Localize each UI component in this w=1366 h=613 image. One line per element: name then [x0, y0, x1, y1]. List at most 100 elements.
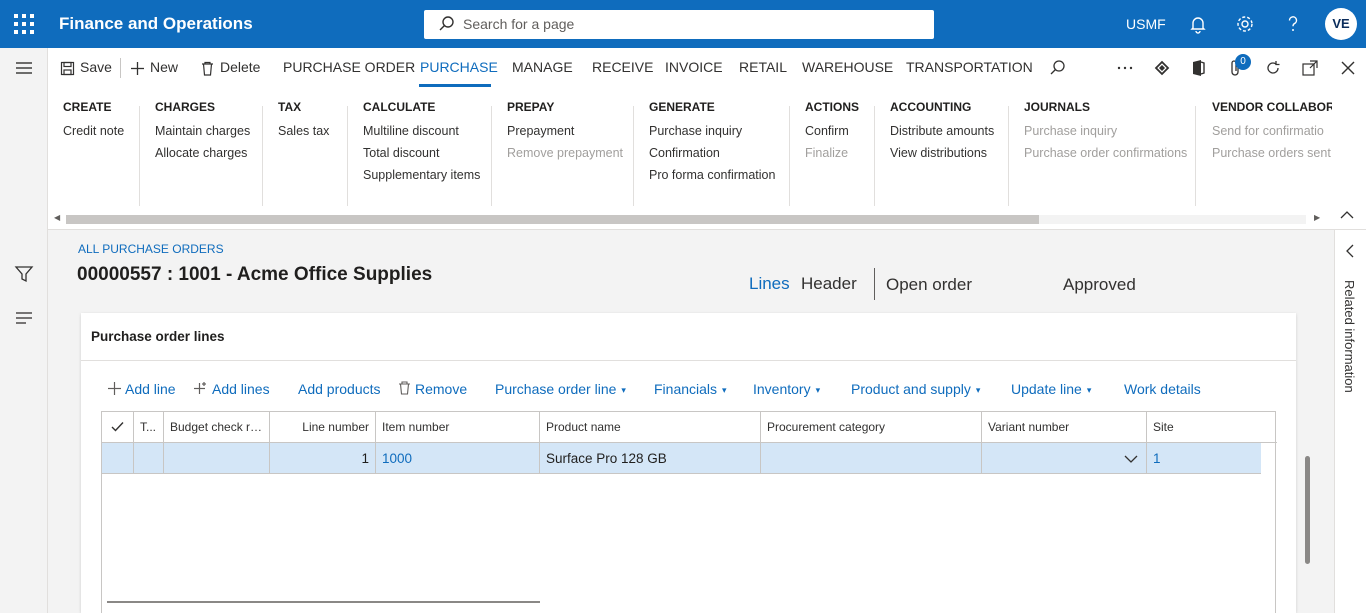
multiline-discount-button[interactable]: Multiline discount [363, 124, 480, 146]
cell-product-name[interactable]: Surface Pro 128 GB [540, 443, 761, 474]
chevron-left-icon[interactable] [1344, 244, 1358, 258]
cell-site[interactable]: 1 [1147, 443, 1261, 474]
product-and-supply-menu[interactable]: Product and supply ▾ [851, 381, 980, 397]
breadcrumb[interactable]: ALL PURCHASE ORDERS [78, 242, 224, 256]
app-launcher-icon[interactable] [14, 14, 34, 34]
confirm-button[interactable]: Confirm [805, 124, 859, 146]
sales-tax-button[interactable]: Sales tax [278, 124, 329, 146]
related-information-panel[interactable]: Related information [1334, 230, 1366, 613]
list-icon[interactable] [14, 308, 34, 328]
chevron-down-icon: ▾ [975, 384, 981, 395]
refresh-icon[interactable] [1263, 58, 1283, 78]
add-line-button[interactable]: Add line [108, 381, 176, 397]
collapse-chevron-up-icon[interactable] [1339, 208, 1355, 222]
related-information-label: Related information [1342, 280, 1357, 393]
work-details-button[interactable]: Work details [1124, 381, 1201, 397]
group-generate: GENERATE Purchase inquiry Confirmation P… [649, 100, 775, 190]
column-header-site[interactable]: Site [1147, 412, 1261, 443]
confirmation-button[interactable]: Confirmation [649, 146, 775, 168]
scroll-left-icon[interactable]: ◀ [54, 213, 60, 222]
pro-forma-confirmation-button[interactable]: Pro forma confirmation [649, 168, 775, 190]
save-button[interactable]: Save [60, 59, 112, 76]
tab-invoice[interactable]: INVOICE [665, 59, 723, 75]
filter-icon[interactable] [14, 264, 34, 284]
divider [120, 58, 121, 78]
checkmark-icon [111, 422, 124, 432]
tab-retail[interactable]: RETAIL [739, 59, 787, 75]
new-button[interactable]: New [130, 59, 178, 76]
prepayment-button[interactable]: Prepayment [507, 124, 623, 146]
purchase-order-line-menu[interactable]: Purchase order line ▾ [495, 381, 626, 397]
credit-note-button[interactable]: Credit note [63, 124, 124, 146]
menu-label: Update line [1011, 381, 1082, 397]
total-discount-button[interactable]: Total discount [363, 146, 480, 168]
column-header-type[interactable]: T... [134, 412, 164, 443]
divider [262, 106, 263, 206]
cell-variant-number[interactable] [982, 443, 1147, 474]
table-row[interactable]: 1 1000 Surface Pro 128 GB 1 [102, 443, 1261, 474]
update-line-menu[interactable]: Update line ▾ [1011, 381, 1091, 397]
gear-icon[interactable] [1234, 13, 1256, 35]
column-header-line-number[interactable]: Line number [270, 412, 376, 443]
row-select-checkbox[interactable] [102, 443, 134, 474]
add-lines-button[interactable]: Add lines [194, 381, 270, 397]
hamburger-menu-icon[interactable] [14, 58, 34, 78]
distribute-amounts-button[interactable]: Distribute amounts [890, 124, 994, 146]
vertical-scrollbar[interactable] [1305, 456, 1310, 564]
close-icon[interactable] [1338, 58, 1358, 78]
office-icon[interactable] [1188, 58, 1208, 78]
search-box[interactable]: Search for a page [424, 10, 934, 39]
group-title: JOURNALS [1024, 100, 1091, 114]
allocate-charges-button[interactable]: Allocate charges [155, 146, 250, 168]
cell-item-number[interactable]: 1000 [376, 443, 540, 474]
delete-button[interactable]: Delete [200, 59, 260, 76]
open-new-window-icon[interactable] [1300, 58, 1320, 78]
menu-label: Financials [654, 381, 718, 397]
tab-receive[interactable]: RECEIVE [592, 59, 653, 75]
column-header-item-number[interactable]: Item number [376, 412, 540, 443]
page-title: 00000557 : 1001 - Acme Office Supplies [77, 264, 433, 285]
save-label: Save [80, 59, 112, 75]
view-distributions-button[interactable]: View distributions [890, 146, 994, 168]
maintain-charges-button[interactable]: Maintain charges [155, 124, 250, 146]
chevron-down-icon[interactable] [1124, 454, 1138, 464]
tab-transportation[interactable]: TRANSPORTATION [906, 59, 1033, 75]
group-calculate: CALCULATE Multiline discount Total disco… [363, 100, 480, 190]
tab-manage[interactable]: MANAGE [512, 59, 573, 75]
cell-procurement-category[interactable] [761, 443, 982, 474]
view-lines-link[interactable]: Lines [749, 274, 790, 294]
column-header-procurement-category[interactable]: Procurement category [761, 412, 982, 443]
app-title[interactable]: Finance and Operations [59, 14, 253, 34]
inventory-menu[interactable]: Inventory ▾ [753, 381, 820, 397]
financials-menu[interactable]: Financials ▾ [654, 381, 727, 397]
column-header-product-name[interactable]: Product name [540, 412, 761, 443]
column-header-budget-check[interactable]: Budget check re... [164, 412, 270, 443]
send-for-confirmation-button: Send for confirmatio [1212, 124, 1324, 138]
grid-horizontal-scrollbar[interactable] [107, 601, 540, 603]
remove-button[interactable]: Remove [398, 381, 467, 397]
group-journals: JOURNALS Purchase inquiry Purchase order… [1024, 100, 1187, 168]
tab-purchase-order[interactable]: PURCHASE ORDER [283, 59, 415, 75]
help-icon[interactable] [1282, 13, 1304, 35]
company-picker[interactable]: USMF [1126, 16, 1166, 32]
card-title[interactable]: Purchase order lines [91, 329, 225, 344]
column-header-variant-number[interactable]: Variant number [982, 412, 1147, 443]
search-icon[interactable] [1048, 58, 1068, 78]
purchase-order-lines-card: Purchase order lines Add line Add lines … [81, 313, 1296, 613]
view-header-link[interactable]: Header [801, 274, 857, 294]
scroll-thumb[interactable] [66, 215, 1039, 224]
bell-icon[interactable] [1187, 13, 1209, 35]
horizontal-scrollbar[interactable]: ◀ ▶ [52, 213, 1322, 225]
more-options-icon[interactable] [1115, 58, 1135, 78]
add-products-button[interactable]: Add products [298, 381, 381, 397]
scroll-right-icon[interactable]: ▶ [1314, 213, 1320, 222]
cell-line-number[interactable]: 1 [270, 443, 376, 474]
supplementary-items-button[interactable]: Supplementary items [363, 168, 480, 190]
power-apps-icon[interactable] [1152, 58, 1172, 78]
purchase-inquiry-button[interactable]: Purchase inquiry [649, 124, 775, 146]
avatar[interactable]: VE [1325, 8, 1357, 40]
tab-purchase[interactable]: PURCHASE [420, 59, 498, 75]
chevron-down-icon: ▾ [621, 384, 626, 395]
tab-warehouse[interactable]: WAREHOUSE [802, 59, 893, 75]
select-all-checkbox[interactable] [102, 412, 134, 443]
